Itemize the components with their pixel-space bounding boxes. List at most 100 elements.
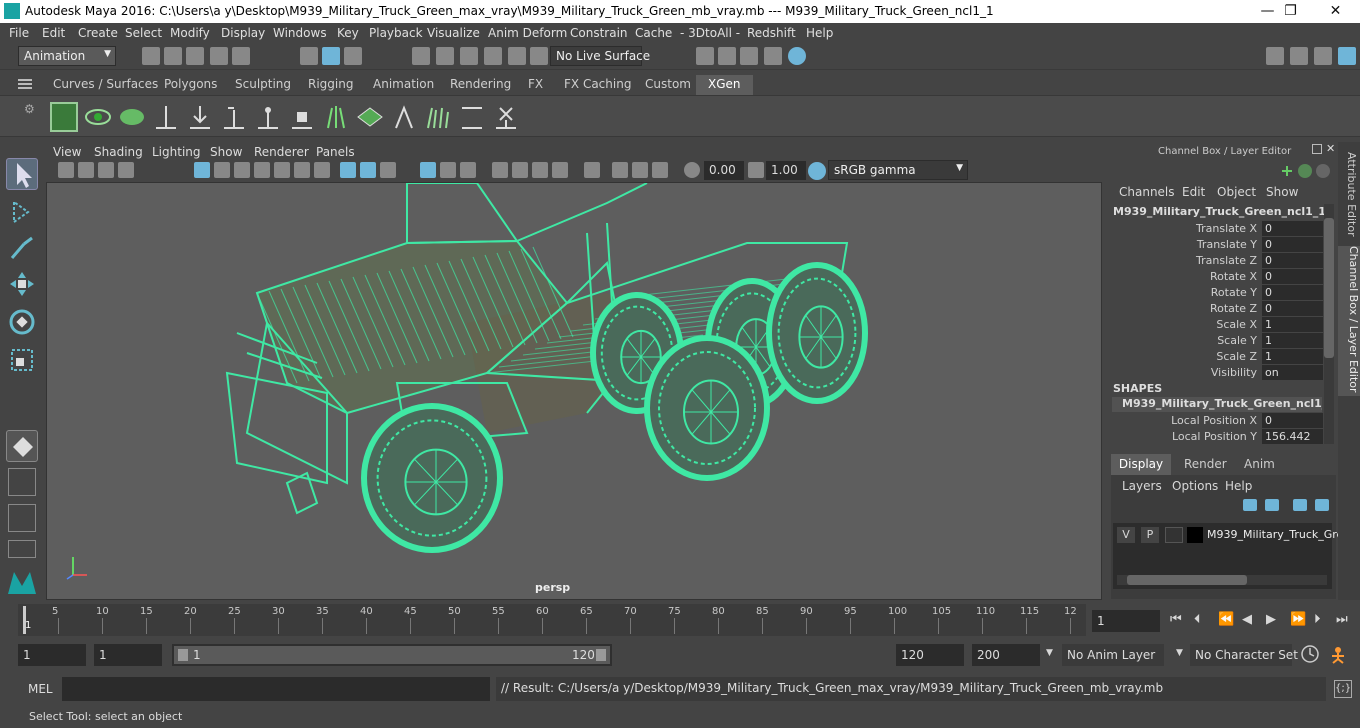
tab-xgen[interactable]: XGen: [696, 75, 753, 95]
exposure-input[interactable]: 0.00: [704, 161, 744, 180]
attribute-editor-tab[interactable]: Attribute Editor: [1340, 152, 1358, 238]
channel-box-toggle-icon[interactable]: [1338, 47, 1356, 65]
range-start-handle[interactable]: [178, 649, 188, 661]
menu-help[interactable]: Help: [806, 26, 833, 40]
chevron-down-icon[interactable]: ▼: [1046, 648, 1053, 658]
auto-key-icon[interactable]: [1300, 644, 1320, 664]
layer-horizontal-scrollbar[interactable]: [1117, 575, 1327, 585]
attr-scale-y[interactable]: Scale Y 1: [1108, 333, 1323, 349]
layers-menu[interactable]: Layers: [1122, 479, 1162, 493]
shelf-options-icon[interactable]: ⚙: [24, 102, 35, 132]
attr-translate-z[interactable]: Translate Z 0: [1108, 253, 1323, 269]
command-language-label[interactable]: MEL: [28, 682, 53, 696]
animation-preferences-icon[interactable]: [1328, 644, 1348, 664]
viewport-menu-renderer[interactable]: Renderer: [254, 145, 309, 159]
channel-box-tab[interactable]: Channel Box / Layer Editor: [1338, 246, 1360, 396]
step-forward-frame-icon[interactable]: ⏵: [1314, 612, 1321, 627]
attr-scale-x[interactable]: Scale X 1: [1108, 317, 1323, 333]
render-view-icon[interactable]: [696, 47, 714, 65]
xgen-delete-guide-icon[interactable]: [492, 102, 520, 132]
menu-playback[interactable]: Playback: [369, 26, 423, 40]
channels-menu[interactable]: Channels: [1119, 185, 1175, 199]
default-material-icon[interactable]: [380, 162, 396, 178]
xgen-guide-curve-icon[interactable]: [390, 102, 418, 132]
close-panel-icon[interactable]: ✕: [1326, 142, 1335, 155]
attr-value[interactable]: 0: [1262, 413, 1323, 428]
tab-custom[interactable]: Custom: [645, 75, 691, 95]
exposure-icon[interactable]: [684, 162, 700, 178]
menu-create[interactable]: Create: [78, 26, 118, 40]
manipulator-icon[interactable]: [1280, 164, 1294, 178]
tab-fx-caching[interactable]: FX Caching: [564, 75, 631, 95]
maya-home-icon[interactable]: [6, 568, 38, 596]
range-end-handle[interactable]: [596, 649, 606, 661]
playback-start-input[interactable]: 1: [94, 644, 162, 666]
tab-fx[interactable]: FX: [528, 75, 543, 95]
channel-edit-menu[interactable]: Edit: [1182, 185, 1205, 199]
viewport-menu-panels[interactable]: Panels: [316, 145, 355, 159]
xgen-editor-icon[interactable]: [50, 102, 78, 132]
undo-icon[interactable]: [210, 47, 228, 65]
hud-icon[interactable]: [612, 162, 628, 178]
hyper-icon[interactable]: [1316, 164, 1330, 178]
attr-rotate-x[interactable]: Rotate X 0: [1108, 269, 1323, 285]
step-forward-key-icon[interactable]: ⏩: [1290, 612, 1306, 627]
tab-sculpting[interactable]: Sculpting: [235, 75, 291, 95]
shelf-menu-icon[interactable]: [18, 77, 32, 91]
frame-selected-icon[interactable]: [652, 162, 668, 178]
channel-show-menu[interactable]: Show: [1266, 185, 1298, 199]
gate-mask-icon[interactable]: [254, 162, 270, 178]
viewport-menu-show[interactable]: Show: [210, 145, 242, 159]
close-button[interactable]: ✕: [1313, 1, 1358, 22]
outliner-layout-icon[interactable]: [8, 540, 36, 558]
snap-curve-icon[interactable]: [436, 47, 454, 65]
anim-layer-dropdown[interactable]: No Anim Layer: [1062, 644, 1164, 666]
select-hierarchy-icon[interactable]: [300, 47, 318, 65]
color-management-icon[interactable]: [808, 162, 826, 180]
tab-anim[interactable]: Anim: [1244, 457, 1275, 471]
layer-options-menu[interactable]: Options: [1172, 479, 1218, 493]
xray-joints-icon[interactable]: [512, 162, 528, 178]
tab-polygons[interactable]: Polygons: [164, 75, 217, 95]
xgen-lock-length-icon[interactable]: [288, 102, 316, 132]
script-editor-icon[interactable]: {;}: [1334, 680, 1352, 698]
attr-value[interactable]: on: [1262, 365, 1323, 380]
render-frame-icon[interactable]: [718, 47, 736, 65]
snap-point-icon[interactable]: [460, 47, 478, 65]
tab-curves-surfaces[interactable]: Curves / Surfaces: [53, 75, 158, 95]
mode-dropdown[interactable]: Animation ▼: [18, 46, 116, 66]
tab-render[interactable]: Render: [1184, 457, 1227, 471]
resolution-gate-icon[interactable]: [234, 162, 250, 178]
timeline-track[interactable]: 1 5 10 15 20 25 30 35 40 45 50 55 60 65 70 75 80 85 90 95 1…: [18, 604, 1086, 636]
select-tool-icon[interactable]: [6, 158, 38, 190]
paint-select-tool-icon[interactable]: [6, 232, 38, 264]
wireframe-icon[interactable]: [340, 162, 356, 178]
step-back-key-icon[interactable]: ⏪: [1218, 612, 1234, 627]
play-forwards-icon[interactable]: ▶: [1266, 612, 1276, 627]
select-component-icon[interactable]: [344, 47, 362, 65]
attr-value[interactable]: 1: [1262, 333, 1323, 348]
viewport-menu-lighting[interactable]: Lighting: [152, 145, 201, 159]
attr-value[interactable]: 0: [1262, 285, 1323, 300]
attr-rotate-z[interactable]: Rotate Z 0: [1108, 301, 1323, 317]
current-frame-input[interactable]: 1: [1092, 610, 1160, 632]
playback-end-input[interactable]: 120: [896, 644, 964, 666]
go-to-start-icon[interactable]: ⏮: [1170, 612, 1182, 627]
xgen-place-guides-icon[interactable]: [152, 102, 180, 132]
attribute-editor-toggle-icon[interactable]: [1314, 47, 1332, 65]
film-gate-icon[interactable]: [214, 162, 230, 178]
tab-display[interactable]: Display: [1111, 454, 1171, 475]
gamma-input[interactable]: 1.00: [766, 161, 806, 180]
attr-translate-y[interactable]: Translate Y 0: [1108, 237, 1323, 253]
go-to-end-icon[interactable]: ⏭: [1336, 612, 1348, 627]
attr-value[interactable]: 0: [1262, 237, 1323, 252]
menu-key[interactable]: Key: [337, 26, 359, 40]
tab-rendering[interactable]: Rendering: [450, 75, 511, 95]
shape-node-name[interactable]: M939_Military_Truck_Green_ncl1_1S...: [1112, 397, 1322, 412]
live-surface-field[interactable]: No Live Surface: [550, 46, 650, 66]
menu-file[interactable]: File: [9, 26, 29, 40]
lights-icon[interactable]: [440, 162, 456, 178]
menu-edit[interactable]: Edit: [42, 26, 65, 40]
ambient-occlusion-icon[interactable]: [532, 162, 548, 178]
four-pane-layout-icon[interactable]: [8, 468, 36, 496]
